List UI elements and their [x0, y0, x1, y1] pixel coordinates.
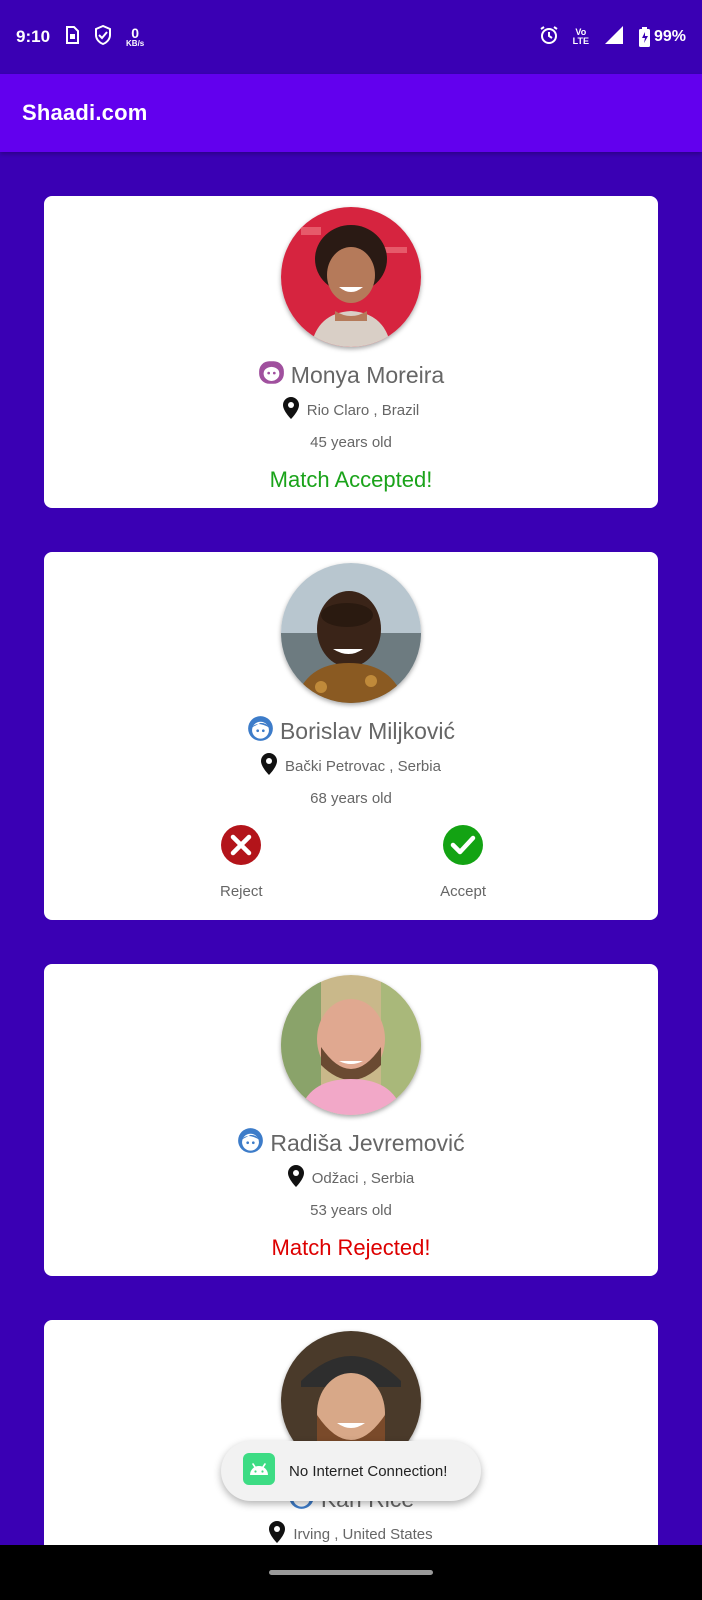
profile-card: Radiša Jevremović Odžaci , Serbia 53 yea… [44, 964, 658, 1276]
avatar [281, 207, 421, 347]
reject-x-icon [220, 824, 262, 871]
accept-label: Accept [440, 883, 486, 900]
female-face-icon [258, 359, 285, 391]
status-time: 9:10 [16, 27, 51, 46]
toast-text: No Internet Connection! [289, 1462, 448, 1480]
toast: No Internet Connection! [221, 1441, 481, 1501]
battery-icon [638, 27, 650, 47]
match-status: Match Accepted! [269, 467, 433, 492]
shield-icon [94, 24, 112, 50]
male-face-icon [237, 1127, 264, 1159]
profile-name: Monya Moreira [290, 361, 445, 388]
reject-label: Reject [220, 883, 263, 900]
location-pin-icon [269, 1520, 286, 1546]
profile-location: Rio Claro , Brazil [306, 401, 420, 419]
app-bar: Shaadi.com [0, 74, 702, 152]
status-bar: 9:10 0 KB/s Vo LTE 99% [0, 0, 702, 74]
avatar [281, 563, 421, 703]
volte-indicator: Vo LTE [572, 27, 589, 46]
net-speed: 0 KB/s [126, 25, 145, 48]
sim-icon [64, 25, 80, 49]
match-status: Match Rejected! [271, 1235, 431, 1260]
accept-button[interactable]: Accept [440, 824, 486, 900]
profile-location: Odžaci , Serbia [311, 1169, 415, 1187]
male-face-icon [247, 715, 274, 747]
location-pin-icon [287, 1164, 304, 1192]
profile-location: Bački Petrovac , Serbia [285, 757, 441, 775]
profile-name: Radiša Jevremović [270, 1129, 465, 1156]
profile-age: 68 years old [310, 790, 392, 807]
battery-indicator: 99% [638, 27, 686, 47]
location-pin-icon [261, 752, 278, 780]
reject-button[interactable]: Reject [220, 824, 263, 900]
profile-location: Irving , United States [293, 1525, 433, 1543]
avatar [281, 975, 421, 1115]
android-icon [243, 1452, 275, 1490]
accept-check-icon [442, 824, 484, 871]
alarm-icon [539, 25, 559, 50]
home-gesture-handle[interactable] [269, 1570, 433, 1575]
navigation-bar [0, 1545, 702, 1600]
profile-age: 53 years old [310, 1202, 392, 1219]
location-pin-icon [282, 396, 299, 424]
profile-name: Borislav Miljković [279, 717, 456, 744]
profile-card: Borislav Miljković Bački Petrovac , Serb… [44, 552, 658, 920]
signal-icon [603, 25, 625, 50]
profile-age: 45 years old [310, 434, 392, 451]
profile-card: Monya Moreira Rio Claro , Brazil 45 year… [44, 196, 658, 508]
profile-card: Kari Rice Irving , United States [44, 1320, 658, 1545]
app-title: Shaadi.com [22, 100, 148, 125]
